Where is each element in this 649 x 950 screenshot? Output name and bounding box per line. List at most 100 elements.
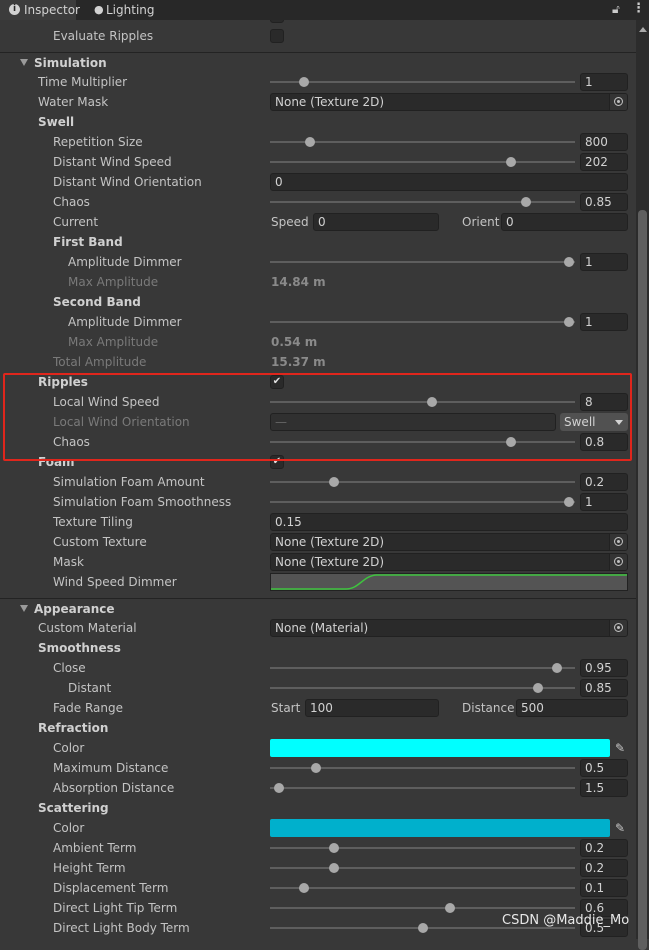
slider-track[interactable] xyxy=(270,317,575,327)
object-value: None (Texture 2D) xyxy=(275,555,385,569)
foldout-triangle-icon[interactable] xyxy=(20,59,28,66)
slider-value-field[interactable]: 0.2 xyxy=(580,859,628,877)
slider-value-field[interactable]: 0.95 xyxy=(580,659,628,677)
object-field[interactable]: None (Texture 2D) xyxy=(270,93,628,111)
section-appearance[interactable]: Appearance xyxy=(0,598,636,618)
slider-thumb[interactable] xyxy=(417,923,428,933)
slider-track[interactable] xyxy=(270,883,575,893)
slider-track[interactable] xyxy=(270,497,575,507)
slider-track[interactable] xyxy=(270,903,575,913)
slider-thumb[interactable] xyxy=(563,317,574,327)
object-picker-icon[interactable] xyxy=(609,554,627,570)
slider-thumb[interactable] xyxy=(533,683,544,693)
object-picker-icon[interactable] xyxy=(609,94,627,110)
object-picker-icon[interactable] xyxy=(609,620,627,636)
value-field[interactable]: 0 xyxy=(270,173,628,191)
slider-thumb[interactable] xyxy=(505,157,516,167)
slider-value-field[interactable]: 1 xyxy=(580,493,628,511)
tab-lighting[interactable]: ● Lighting xyxy=(90,0,155,20)
slider-thumb[interactable] xyxy=(274,783,285,793)
eyedropper-icon[interactable]: ✎ xyxy=(612,740,628,756)
property-current: Current Speed 0 Orient 0 xyxy=(0,212,636,232)
object-field[interactable]: None (Texture 2D) xyxy=(270,553,628,571)
slider-track[interactable] xyxy=(270,863,575,873)
slider-track[interactable] xyxy=(270,77,575,87)
property-label: Fade Range xyxy=(53,701,124,715)
curve-field[interactable] xyxy=(270,573,628,591)
slider-value-field[interactable]: 1.5 xyxy=(580,779,628,797)
slider-value-field[interactable]: 0.2 xyxy=(580,473,628,491)
slider-value-field[interactable]: 202 xyxy=(580,153,628,171)
slider-value-field[interactable]: 800 xyxy=(580,133,628,151)
slider-thumb[interactable] xyxy=(563,497,574,507)
slider-value-field[interactable]: 0.1 xyxy=(580,879,628,897)
foam-checkbox[interactable]: ✔ xyxy=(270,455,284,469)
readonly-value: 0.54 m xyxy=(271,335,318,349)
value-field[interactable]: 0.15 xyxy=(270,513,628,531)
scrollbar-thumb[interactable] xyxy=(638,210,647,950)
slider-track[interactable] xyxy=(270,477,575,487)
slider-track[interactable] xyxy=(270,397,575,407)
slider-thumb[interactable] xyxy=(298,77,309,87)
slider-value-field[interactable]: 8 xyxy=(580,393,628,411)
pair-field-b[interactable]: 500 xyxy=(516,699,628,717)
slider-track[interactable] xyxy=(270,257,575,267)
object-field[interactable]: None (Material) xyxy=(270,619,628,637)
slider-value-field[interactable]: 1 xyxy=(580,73,628,91)
color-swatch[interactable] xyxy=(270,739,610,757)
readonly-value: 15.37 m xyxy=(271,355,326,369)
slider-thumb[interactable] xyxy=(444,903,455,913)
dropdown-value: Swell xyxy=(564,415,596,429)
slider-track[interactable] xyxy=(270,683,575,693)
foldout-triangle-icon[interactable] xyxy=(20,605,28,612)
property-label: Amplitude Dimmer xyxy=(68,315,182,329)
slider-track[interactable] xyxy=(270,437,575,447)
evaluate-ripples-checkbox[interactable] xyxy=(270,29,284,43)
pair-field-a[interactable]: 0 xyxy=(313,213,439,231)
slider-track[interactable] xyxy=(270,663,575,673)
slider-thumb[interactable] xyxy=(304,137,315,147)
slider-thumb[interactable] xyxy=(521,197,532,207)
pair-field-a[interactable]: 100 xyxy=(305,699,439,717)
object-picker-icon[interactable] xyxy=(609,534,627,550)
kebab-menu-icon[interactable]: ⋮ xyxy=(632,1,645,16)
slider-value-field[interactable]: 0.8 xyxy=(580,433,628,451)
property-label: Displacement Term xyxy=(53,881,169,895)
slider-track[interactable] xyxy=(270,157,575,167)
slider-value-field[interactable]: 0.85 xyxy=(580,679,628,697)
slider-track[interactable] xyxy=(270,783,575,793)
ripples-checkbox[interactable]: ✔ xyxy=(270,375,284,389)
slider-value-field[interactable]: 1 xyxy=(580,313,628,331)
slider-value-field[interactable]: 0.2 xyxy=(580,839,628,857)
slider-thumb[interactable] xyxy=(329,843,340,853)
property-displacement-term: Displacement Term 0.1 xyxy=(0,878,636,898)
property-label: Simulation Foam Smoothness xyxy=(53,495,232,509)
slider-thumb[interactable] xyxy=(329,477,340,487)
slider-value-field[interactable]: 1 xyxy=(580,253,628,271)
vertical-scrollbar[interactable] xyxy=(636,20,649,950)
pair-field-b[interactable]: 0 xyxy=(501,213,628,231)
slider-value-field[interactable]: 0.85 xyxy=(580,193,628,211)
slider-thumb[interactable] xyxy=(329,863,340,873)
tab-inspector[interactable]: i Inspector xyxy=(0,0,80,20)
slider-track[interactable] xyxy=(270,843,575,853)
slider-thumb[interactable] xyxy=(426,397,437,407)
slider-thumb[interactable] xyxy=(551,663,562,673)
scroll-up-icon[interactable] xyxy=(639,27,647,32)
property-label: Max Amplitude xyxy=(68,275,159,289)
slider-track[interactable] xyxy=(270,137,575,147)
color-swatch[interactable] xyxy=(270,819,610,837)
slider-thumb[interactable] xyxy=(310,763,321,773)
lock-icon[interactable]: 🔓︎ xyxy=(612,2,620,17)
slider-thumb[interactable] xyxy=(563,257,574,267)
section-simulation[interactable]: Simulation xyxy=(0,52,636,72)
slider-value-field[interactable]: 0.5 xyxy=(580,759,628,777)
object-field[interactable]: None (Texture 2D) xyxy=(270,533,628,551)
slider-thumb[interactable] xyxy=(298,883,309,893)
slider-track[interactable] xyxy=(270,197,575,207)
property-label: Smoothness xyxy=(38,641,121,655)
slider-track[interactable] xyxy=(270,763,575,773)
eyedropper-icon[interactable]: ✎ xyxy=(612,820,628,836)
orientation-mode-dropdown[interactable]: Swell xyxy=(560,413,628,431)
slider-thumb[interactable] xyxy=(505,437,516,447)
